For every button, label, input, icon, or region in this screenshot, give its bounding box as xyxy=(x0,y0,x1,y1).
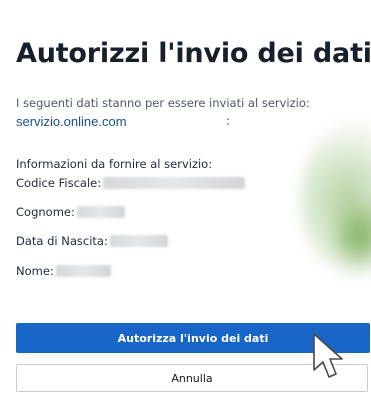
pointer-cursor-icon xyxy=(313,333,343,378)
redacted-value xyxy=(109,234,168,247)
redacted-value xyxy=(103,176,246,189)
consent-dialog: Autorizzi l'invio dei dati? I seguenti d… xyxy=(0,0,371,397)
field-cognome: Cognome: xyxy=(16,204,125,219)
info-heading: Informazioni da fornire al servizio: xyxy=(16,157,213,171)
intro-text: I seguenti dati stanno per essere inviat… xyxy=(16,96,310,110)
field-nome: Nome: xyxy=(16,263,111,278)
field-label: Codice Fiscale: xyxy=(16,175,102,190)
field-data-di-nascita: Data di Nascita: xyxy=(16,233,168,248)
service-suffix: : xyxy=(226,114,231,128)
dialog-title: Autorizzi l'invio dei dati? xyxy=(16,38,371,69)
field-label: Cognome: xyxy=(16,204,75,219)
redacted-value xyxy=(76,205,125,218)
field-label: Data di Nascita: xyxy=(16,233,108,248)
field-label: Nome: xyxy=(16,263,54,278)
service-name: servizio.online.com xyxy=(16,114,127,129)
field-codice-fiscale: Codice Fiscale: xyxy=(16,175,246,190)
redacted-value xyxy=(55,264,111,277)
